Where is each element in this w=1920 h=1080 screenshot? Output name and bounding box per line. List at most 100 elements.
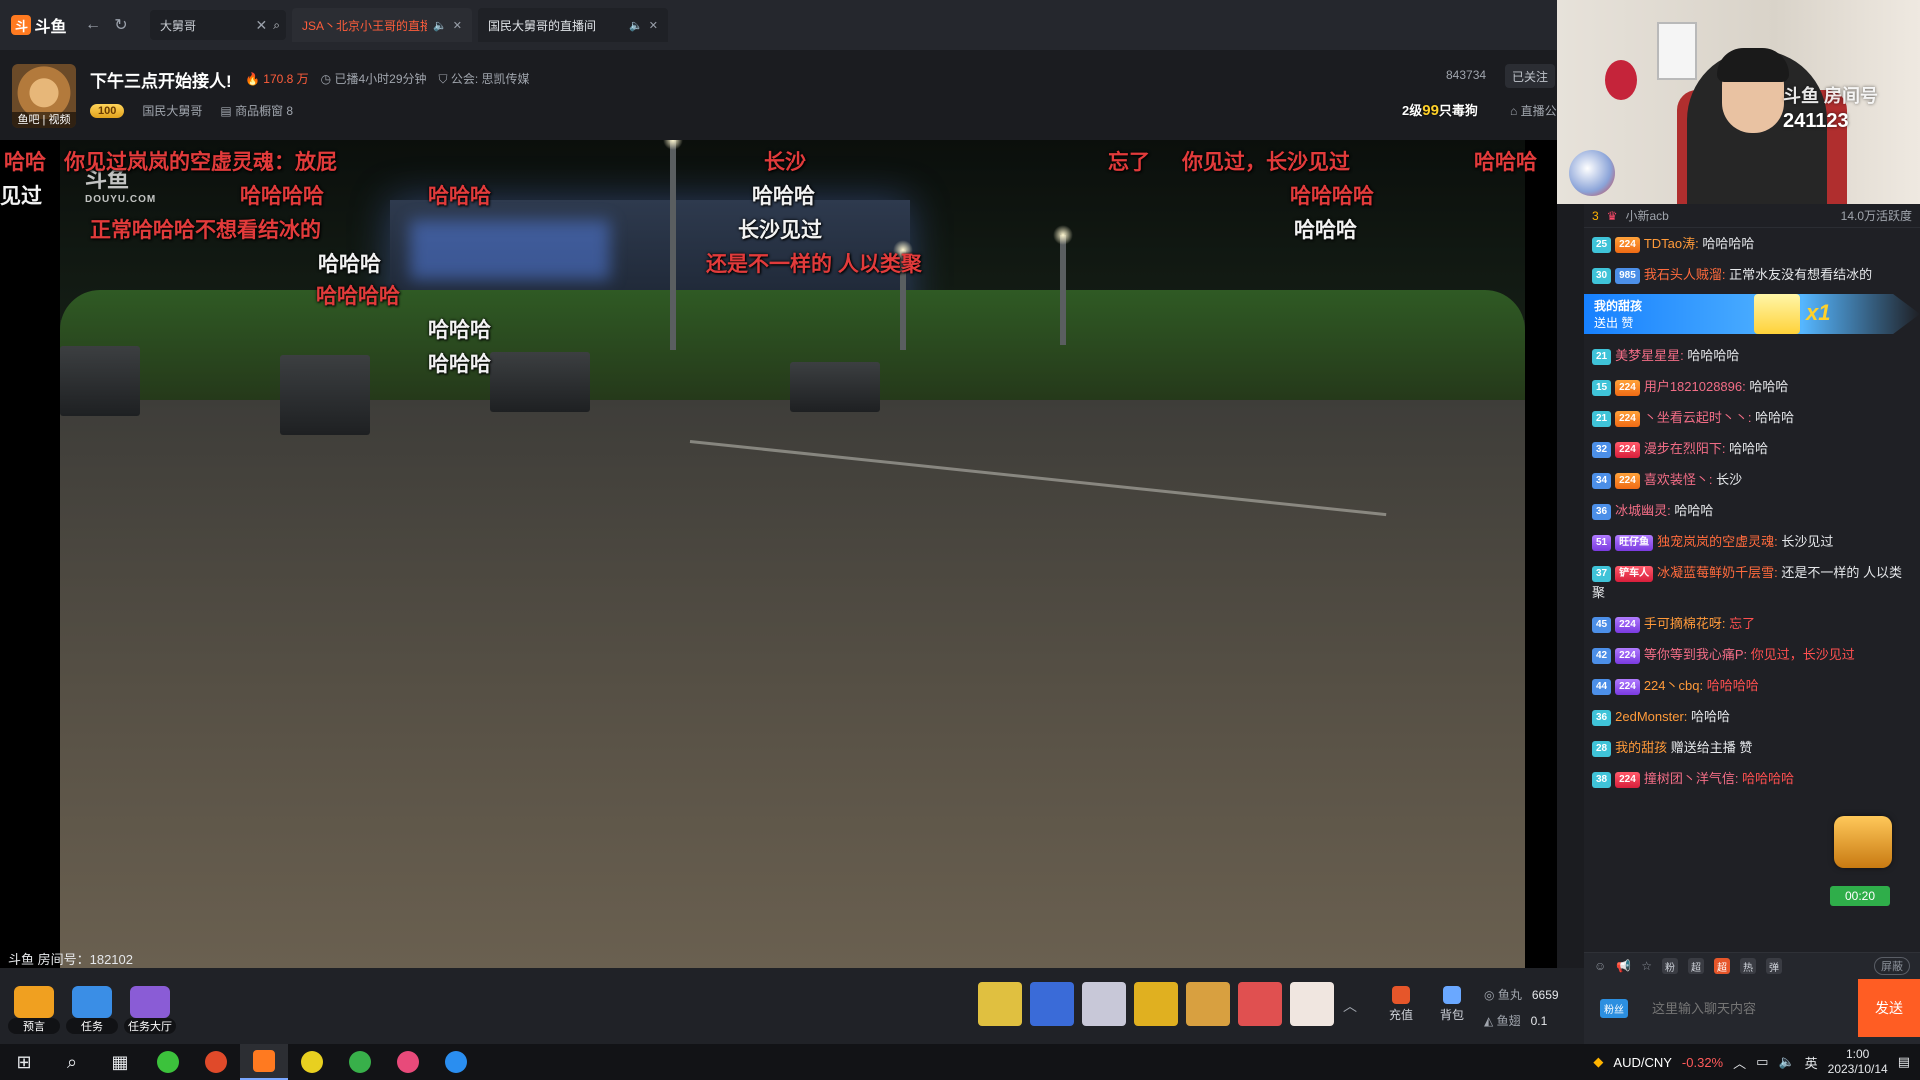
guild-link[interactable]: ⛉ 公会: 思凯传媒 <box>439 70 530 87</box>
gift-item-icon[interactable] <box>1134 982 1178 1026</box>
close-tab-icon[interactable]: ✕ <box>453 19 462 32</box>
search-box[interactable]: 大舅哥 ✕ ⌕ <box>150 10 286 40</box>
tool-chip[interactable]: 弹 <box>1765 958 1782 974</box>
back-button[interactable]: ← <box>80 12 106 38</box>
speaker-icon[interactable]: 🔈 <box>629 19 643 32</box>
taskbar-app[interactable] <box>144 1044 192 1080</box>
fx-pair[interactable]: AUD/CNY <box>1613 1055 1672 1070</box>
gift-item-icon[interactable] <box>1238 982 1282 1026</box>
chat-nick[interactable]: 美梦星星星: <box>1615 348 1684 363</box>
refresh-button[interactable]: ↻ <box>108 12 134 38</box>
video-player[interactable]: 斗鱼 DOUYU.COM 哈哈 你见过岚岚的空虚灵魂：放屁 见过 哈哈哈哈 哈哈… <box>0 140 1557 968</box>
speaker-muted-icon[interactable]: 🔈 <box>433 19 447 32</box>
viewer-id: 843734 <box>1446 68 1487 82</box>
broadcast-icon[interactable]: 📢 <box>1616 959 1631 973</box>
anchor-name[interactable]: 国民大舅哥 <box>142 102 202 119</box>
chat-nick[interactable]: 等你等到我心痛P: <box>1644 647 1747 662</box>
tab-room-other[interactable]: 国民大舅哥的直播间 🔈 ✕ <box>478 8 668 42</box>
ime-indicator[interactable]: 英 <box>1805 1053 1818 1072</box>
chat-nick[interactable]: 224丶cbq: <box>1644 678 1703 693</box>
chevron-up-icon[interactable]: ︿ <box>1343 996 1357 1016</box>
fan-badge: 224 <box>1615 647 1640 664</box>
stone-block <box>280 355 370 435</box>
fin-icon: ◭ <box>1484 1014 1494 1028</box>
clear-search-icon[interactable]: ✕ <box>256 17 268 34</box>
chat-nick[interactable]: 撞树团丶洋气信: <box>1644 771 1739 786</box>
shop-window-link[interactable]: ▤ 商品橱窗 8 <box>220 102 293 119</box>
follow-button[interactable]: 已关注 <box>1505 64 1555 88</box>
chat-input[interactable] <box>1644 979 1858 1037</box>
emoji-icon[interactable]: ☺ <box>1594 959 1606 973</box>
douyu-logo[interactable]: 斗 斗鱼 <box>0 0 78 50</box>
tool-chip[interactable]: 粉 <box>1661 958 1678 974</box>
chat-nick[interactable]: 喜欢装怪丶: <box>1644 472 1713 487</box>
gift-item-icon[interactable] <box>978 982 1022 1026</box>
danmaku-item: 哈哈哈 <box>428 319 491 342</box>
treasure-timer: 00:20 <box>1830 886 1890 906</box>
chat-nick[interactable]: 我石头人贼溜: <box>1644 267 1726 282</box>
taskbar-app-douyu[interactable] <box>240 1044 288 1080</box>
rank-number: 3 <box>1592 208 1599 223</box>
chat-text: 哈哈哈哈 <box>1687 348 1740 363</box>
tray-chevron-icon[interactable]: ︿ <box>1733 1053 1746 1072</box>
figurine <box>1605 60 1637 100</box>
gift-item-icon[interactable] <box>1290 982 1334 1026</box>
live-announcement-link[interactable]: ⌂ 直播公 <box>1510 102 1557 119</box>
tool-chip[interactable]: 超 <box>1687 958 1704 974</box>
user-level-badge: 45 <box>1592 616 1612 633</box>
search-icon[interactable]: ⌕ <box>273 18 280 33</box>
close-tab-icon[interactable]: ✕ <box>649 19 658 32</box>
treasure-chest-icon[interactable] <box>1834 816 1892 868</box>
gift-rank-badge[interactable]: 2级99只毒狗 <box>1402 100 1478 119</box>
gift-item-icon[interactable] <box>1030 982 1074 1026</box>
chat-top-rank[interactable]: 3 ♛ 小新acb 14.0万活跃度 <box>1584 204 1920 228</box>
search-button[interactable]: ⌕ <box>48 1044 96 1080</box>
notification-icon[interactable]: ▤ <box>1898 1054 1910 1070</box>
taskbar-app[interactable] <box>336 1044 384 1080</box>
chat-nick[interactable]: TDTao涛: <box>1644 236 1699 251</box>
taskbar-app[interactable] <box>192 1044 240 1080</box>
block-toggle[interactable]: 屏蔽 <box>1874 957 1910 975</box>
chat-nick[interactable]: 2edMonster: <box>1615 709 1687 724</box>
anchor-avatar[interactable]: 鱼吧 | 视频 <box>12 64 76 128</box>
avatar-tagline[interactable]: 鱼吧 | 视频 <box>12 112 76 128</box>
taskbar-app[interactable] <box>288 1044 336 1080</box>
chat-message: 15 224 用户1821028896: 哈哈哈 <box>1584 371 1920 402</box>
task-view-button[interactable]: ▦ <box>96 1044 144 1080</box>
chat-nick[interactable]: 独宠岚岚的空虚灵魂: <box>1657 534 1778 549</box>
network-icon[interactable]: ▭ <box>1756 1054 1768 1070</box>
tool-chip[interactable]: 热 <box>1739 958 1756 974</box>
fan-badge: 224 <box>1615 410 1640 427</box>
task-button[interactable]: 任务 <box>66 986 118 1034</box>
search-input[interactable]: 大舅哥 <box>160 17 256 34</box>
gift-item-icon[interactable] <box>1186 982 1230 1026</box>
start-button[interactable]: ⊞ <box>0 1044 48 1080</box>
volume-icon[interactable]: 🔈 <box>1778 1054 1794 1070</box>
chat-nick[interactable]: 漫步在烈阳下: <box>1644 441 1726 456</box>
tab-label: 国民大舅哥的直播间 <box>488 18 597 33</box>
chat-nick[interactable]: 冰凝蓝莓鲜奶千层雪: <box>1657 565 1778 580</box>
gift-item-icon[interactable] <box>1082 982 1126 1026</box>
send-button[interactable]: 发送 <box>1858 979 1920 1037</box>
prophecy-button[interactable]: 预言 <box>8 986 60 1034</box>
flame-icon: 🔥 <box>245 72 260 86</box>
star-icon[interactable]: ☆ <box>1641 959 1652 973</box>
chat-input-area: ☺ 📢 ☆ 粉 超 超 热 弹 屏蔽 粉丝 发送 <box>1584 952 1920 1044</box>
chat-nick[interactable]: 用户1821028896: <box>1644 379 1746 394</box>
taskbar-app[interactable] <box>384 1044 432 1080</box>
chat-nick[interactable]: 丶坐看云起时丶丶: <box>1644 410 1752 425</box>
chat-nick[interactable]: 我的甜孩 <box>1615 740 1667 755</box>
tab-room-active[interactable]: JSA丶北京小王哥的直播间 🔈 ✕ <box>292 8 472 42</box>
recharge-button[interactable]: 充值 <box>1381 986 1421 1023</box>
tool-chip[interactable]: 超 <box>1713 958 1730 974</box>
chat-nick[interactable]: 冰城幽灵: <box>1615 503 1671 518</box>
task-hall-button[interactable]: 任务大厅 <box>124 986 176 1034</box>
wechat-icon <box>157 1051 179 1073</box>
fans-badge-button[interactable]: 粉丝 <box>1584 979 1644 1037</box>
chat-nick[interactable]: 手可摘棉花呀: <box>1644 616 1726 631</box>
road <box>60 400 1525 968</box>
taskbar-app[interactable] <box>432 1044 480 1080</box>
user-level-badge: 36 <box>1592 503 1612 520</box>
backpack-button[interactable]: 背包 <box>1432 986 1472 1023</box>
clock[interactable]: 1:00 2023/10/14 <box>1828 1047 1888 1077</box>
